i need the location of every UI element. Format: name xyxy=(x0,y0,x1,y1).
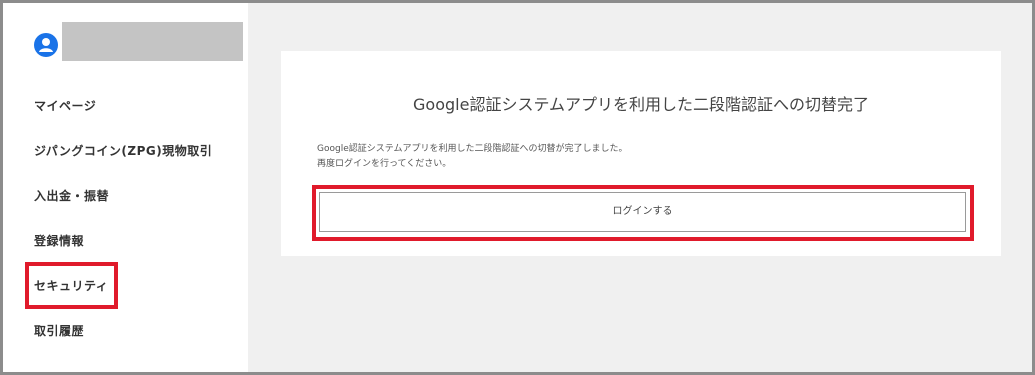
app-window: マイページ ジパングコイン(ZPG)現物取引 入出金・振替 登録情報 セキュリテ… xyxy=(0,0,1035,375)
sidebar-item-zpg-trade[interactable]: ジパングコイン(ZPG)現物取引 xyxy=(34,142,212,159)
sidebar-item-registration[interactable]: 登録情報 xyxy=(34,232,84,249)
sidebar: マイページ ジパングコイン(ZPG)現物取引 入出金・振替 登録情報 セキュリテ… xyxy=(3,3,248,372)
message-line-1: Google認証システムアプリを利用した二段階認証への切替が完了しました。 xyxy=(317,144,628,154)
message-line-2: 再度ログインを行ってください。 xyxy=(317,159,452,169)
completion-message: Google認証システムアプリを利用した二段階認証への切替が完了しました。 再度… xyxy=(317,142,627,172)
sidebar-item-mypage[interactable]: マイページ xyxy=(34,97,96,114)
security-highlight-box xyxy=(25,262,118,309)
user-avatar-icon[interactable] xyxy=(34,33,58,57)
page-title: Google認証システムアプリを利用した二段階認証への切替完了 xyxy=(413,95,869,114)
login-button[interactable]: ログインする xyxy=(319,192,966,232)
sidebar-item-history[interactable]: 取引履歴 xyxy=(34,322,84,339)
username-redacted xyxy=(62,22,243,61)
sidebar-item-deposit-withdraw[interactable]: 入出金・振替 xyxy=(34,187,109,204)
